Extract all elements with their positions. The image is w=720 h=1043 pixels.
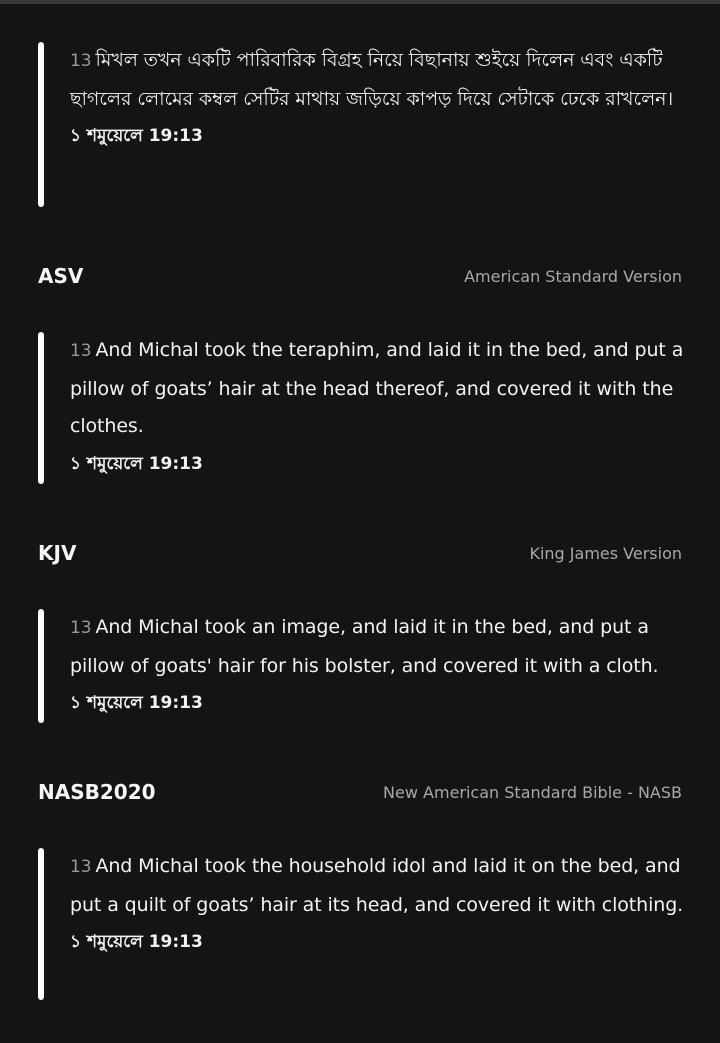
verse-card-nasb2020[interactable]: 13 And Michal took the household idol and… (38, 848, 688, 1000)
version-abbreviation: NASB2020 (38, 780, 156, 804)
verse-content: And Michal took the teraphim, and laid i… (70, 339, 684, 437)
verse-reference[interactable]: ১ শমুয়েলে 19:13 (70, 691, 684, 715)
verse-content: And Michal took the household idol and l… (70, 855, 684, 916)
version-full-name: American Standard Version (464, 266, 682, 286)
verse-text: 13 And Michal took an image, and laid it … (70, 609, 684, 685)
version-abbreviation: KJV (38, 541, 77, 565)
verse-reference[interactable]: ১ শমুয়েলে 19:13 (70, 930, 684, 954)
verse-reference[interactable]: ১ শমুয়েলে 19:13 (70, 124, 684, 148)
version-full-name: New American Standard Bible - NASB (383, 782, 682, 802)
verse-card-bengali[interactable]: 13 মিখল তখন একটি পারিবারিক বিগ্রহ নিয়ে ব… (38, 42, 688, 207)
verse-content: And Michal took an image, and laid it in… (70, 616, 659, 677)
verse-accent-bar (38, 848, 44, 1000)
verse-text: 13 মিখল তখন একটি পারিবারিক বিগ্রহ নিয়ে ব… (70, 42, 684, 118)
verse-accent-bar (38, 609, 44, 723)
verse-content: মিখল তখন একটি পারিবারিক বিগ্রহ নিয়ে বিছ… (70, 49, 674, 110)
verse-text: 13 And Michal took the teraphim, and laid… (70, 332, 684, 446)
version-abbreviation: ASV (38, 264, 84, 288)
verse-number: 13 (70, 857, 92, 877)
verse-accent-bar (38, 332, 44, 484)
version-header-nasb2020[interactable]: NASB2020 New American Standard Bible - N… (38, 777, 682, 807)
verse-number: 13 (70, 51, 92, 71)
version-header-kjv[interactable]: KJV King James Version (38, 538, 682, 568)
verse-card-asv[interactable]: 13 And Michal took the teraphim, and laid… (38, 332, 688, 484)
version-full-name: King James Version (529, 543, 682, 563)
verse-accent-bar (38, 42, 44, 207)
top-divider (0, 0, 720, 4)
verse-number: 13 (70, 618, 92, 638)
version-header-asv[interactable]: ASV American Standard Version (38, 261, 682, 291)
verse-card-kjv[interactable]: 13 And Michal took an image, and laid it … (38, 609, 688, 723)
verse-reference[interactable]: ১ শমুয়েলে 19:13 (70, 452, 684, 476)
verse-number: 13 (70, 341, 92, 361)
verse-text: 13 And Michal took the household idol and… (70, 848, 684, 924)
